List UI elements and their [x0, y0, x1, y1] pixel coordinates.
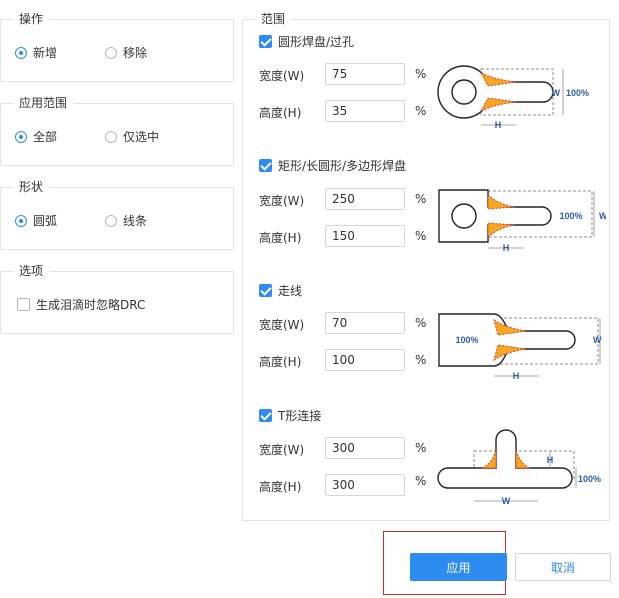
rect-pad-width-input[interactable] [325, 188, 405, 210]
rect-pad-width-label: 宽度(W) [259, 194, 305, 208]
cancel-button[interactable]: 取消 [515, 553, 611, 581]
options-title: 选项 [13, 264, 50, 278]
operation-title: 操作 [13, 12, 50, 26]
radio-circle[interactable] [105, 46, 117, 59]
t-junction-height-label: 高度(H) [259, 480, 302, 494]
track-width-input[interactable] [325, 312, 405, 334]
track-label: 走线 [278, 284, 303, 298]
radio-add-label: 新增 [33, 46, 58, 60]
checkbox-box[interactable] [259, 159, 272, 172]
rect-pad-checkbox[interactable]: 矩形/长圆形/多边形焊盘 [259, 157, 406, 174]
track-w-text: W [593, 335, 602, 345]
ignore-drc-checkbox[interactable]: 生成泪滴时忽略DRC [17, 296, 145, 313]
radio-selected-only-label: 仅选中 [123, 130, 160, 144]
radio-selected-only[interactable]: 仅选中 [105, 128, 159, 145]
round-pad-pct-text: 100% [566, 88, 589, 98]
t-junction-width-unit: % [415, 441, 427, 455]
round-pad-diagram: W 100% H [437, 65, 589, 130]
t-junction-height-unit: % [415, 474, 427, 488]
round-pad-width-label: 宽度(W) [259, 69, 305, 83]
t-junction-h-text: H [547, 455, 554, 465]
radio-circle[interactable] [105, 214, 117, 227]
radio-circle[interactable] [105, 130, 117, 143]
scope-title: 应用范围 [13, 96, 74, 110]
track-height-unit: % [415, 353, 427, 367]
operation-group: 操作 新增 移除 [0, 12, 234, 82]
round-pad-w-text: W [552, 88, 561, 98]
options-group: 选项 生成泪滴时忽略DRC [0, 264, 234, 334]
round-pad-label: 圆形焊盘/过孔 [278, 35, 355, 49]
apply-button[interactable]: 应用 [410, 553, 507, 581]
rect-pad-pct-text: 100% [559, 211, 582, 221]
t-junction-diagram: H 100% W [437, 429, 601, 506]
radio-remove[interactable]: 移除 [105, 44, 147, 61]
checkbox-box[interactable] [259, 35, 272, 48]
radio-circle[interactable] [15, 46, 27, 59]
radio-arc-label: 圆弧 [33, 214, 58, 228]
track-checkbox[interactable]: 走线 [259, 282, 302, 299]
radio-add[interactable]: 新增 [15, 44, 57, 61]
round-pad-width-unit: % [415, 67, 427, 81]
rect-pad-diagram: 100% W H [438, 189, 606, 253]
track-width-unit: % [415, 316, 427, 330]
t-junction-height-input[interactable] [325, 474, 405, 496]
rect-pad-height-unit: % [415, 229, 427, 243]
t-junction-checkbox[interactable]: T形连接 [259, 407, 321, 424]
t-junction-width-input[interactable] [325, 437, 405, 459]
track-width-label: 宽度(W) [259, 318, 305, 332]
range-title: 范围 [255, 12, 292, 26]
track-h-text: H [513, 371, 520, 380]
checkbox-box[interactable] [17, 298, 30, 311]
shape-title: 形状 [13, 180, 50, 194]
radio-line-label: 线条 [123, 214, 148, 228]
track-pct-text: 100% [455, 335, 478, 345]
round-pad-checkbox[interactable]: 圆形焊盘/过孔 [259, 33, 354, 50]
checkbox-box[interactable] [259, 284, 272, 297]
round-pad-height-unit: % [415, 104, 427, 118]
track-diagram: 100% W H [438, 313, 602, 380]
radio-arc[interactable]: 圆弧 [15, 212, 57, 229]
ignore-drc-label: 生成泪滴时忽略DRC [36, 298, 146, 312]
range-group: 范围 圆形焊盘/过孔 宽度(W) % 高度(H) % W 100% H 矩形/长… [242, 12, 610, 521]
rect-pad-label: 矩形/长圆形/多边形焊盘 [278, 159, 407, 173]
checkbox-box[interactable] [259, 409, 272, 422]
rect-pad-h-text: H [503, 243, 510, 253]
t-junction-pct-text: 100% [578, 474, 601, 484]
radio-remove-label: 移除 [123, 46, 148, 60]
t-junction-width-label: 宽度(W) [259, 443, 305, 457]
track-height-input[interactable] [325, 349, 405, 371]
round-pad-h-text: H [495, 120, 502, 130]
rect-pad-w-text: W [599, 211, 606, 221]
radio-circle[interactable] [15, 214, 27, 227]
track-height-label: 高度(H) [259, 355, 302, 369]
shape-group: 形状 圆弧 线条 [0, 180, 234, 250]
t-junction-w-text: W [502, 496, 511, 506]
radio-all-label: 全部 [33, 130, 58, 144]
radio-circle[interactable] [15, 130, 27, 143]
radio-all[interactable]: 全部 [15, 128, 57, 145]
round-pad-height-label: 高度(H) [259, 106, 302, 120]
round-pad-width-input[interactable] [325, 63, 405, 85]
round-pad-height-input[interactable] [325, 100, 405, 122]
scope-group: 应用范围 全部 仅选中 [0, 96, 234, 166]
rect-pad-height-input[interactable] [325, 225, 405, 247]
t-junction-label: T形连接 [278, 409, 322, 423]
rect-pad-height-label: 高度(H) [259, 231, 302, 245]
rect-pad-width-unit: % [415, 192, 427, 206]
radio-line[interactable]: 线条 [105, 212, 147, 229]
